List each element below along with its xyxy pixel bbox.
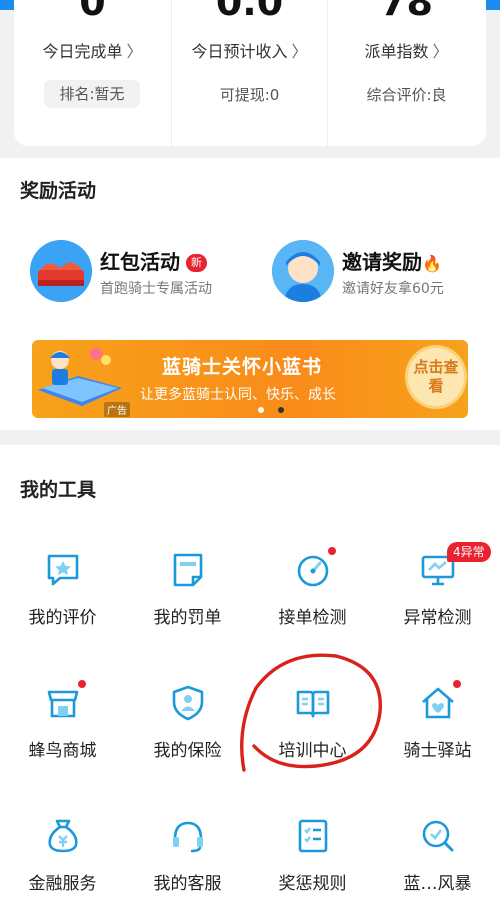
ranking-pill: 排名:暂无	[44, 80, 140, 108]
shield-user-icon	[172, 685, 204, 721]
ticket-icon	[173, 553, 203, 587]
stat-expected-income[interactable]: 0.0 今日预计收入〉 可提现:0	[171, 0, 328, 146]
invite-reward[interactable]: 邀请奖励🔥 邀请好友拿60元	[272, 240, 482, 304]
reward-subtitle: 首跑骑士专属活动	[100, 281, 212, 297]
tool-label: 我的罚单	[153, 608, 222, 628]
tool-label: 金融服务	[28, 874, 97, 894]
overall-rating-text: 综合评价:良	[366, 86, 447, 104]
tool-label: 我的客服	[153, 874, 222, 894]
book-icon	[296, 690, 330, 718]
tool-blue-storm[interactable]: 蓝…风暴	[375, 817, 500, 914]
tool-label: 异常检测	[403, 608, 472, 628]
ad-tag: 广告	[104, 402, 130, 417]
tool-label: 接单检测	[278, 608, 347, 628]
rider-avatar-icon	[272, 240, 334, 302]
stat-completed-orders[interactable]: 0 今日完成单〉 排名:暂无	[14, 0, 171, 146]
reward-subtitle: 邀请好友拿60元	[342, 281, 444, 297]
headset-icon	[173, 821, 203, 853]
tool-label: 我的评价	[28, 608, 97, 628]
tool-abnormal-check[interactable]: 4异常 异常检测	[375, 542, 500, 651]
tools-section: 我的工具 我的评价 我的罚单 接单检测 4异常 异常检测 蜂鸟商城 我的保险 培…	[0, 445, 500, 914]
house-icon	[422, 687, 454, 719]
tool-my-tickets[interactable]: 我的罚单	[125, 551, 250, 651]
tool-label: 我的保险	[153, 741, 222, 761]
tool-my-reviews[interactable]: 我的评价	[0, 551, 125, 651]
ad-banner[interactable]: 蓝骑士关怀小蓝书 让更多蓝骑士认同、快乐、成长 广告 点击查看	[32, 340, 468, 418]
tool-fengniao-mall[interactable]: 蜂鸟商城	[0, 680, 125, 784]
reward-title: 邀请奖励🔥	[342, 250, 442, 274]
section-title: 奖励活动	[20, 180, 97, 202]
red-packet-activity[interactable]: 红包活动新 首跑骑士专属活动	[30, 240, 250, 304]
section-title: 我的工具	[20, 479, 97, 501]
gauge-icon	[297, 555, 329, 587]
new-badge: 新	[186, 254, 207, 272]
stats-card: 0 今日完成单〉 排名:暂无 0.0 今日预计收入〉 可提现:0 78 派单指数…	[14, 0, 486, 146]
abnormal-count-badge: 4异常	[447, 542, 491, 562]
flame-icon: 🔥	[422, 254, 442, 273]
tool-label: 蓝…风暴	[403, 874, 472, 894]
stat-label: 今日完成单〉	[42, 42, 143, 61]
money-bag-icon	[48, 819, 78, 853]
tool-training-center[interactable]: 培训中心	[250, 684, 375, 784]
banner-view-button[interactable]: 点击查看	[408, 348, 464, 406]
stat-label: 派单指数〉	[364, 42, 449, 61]
tool-financial-services[interactable]: 金融服务	[0, 817, 125, 914]
tool-label: 培训中心	[278, 741, 347, 761]
red-packet-icon	[30, 240, 92, 302]
withdrawable-text: 可提现:0	[219, 86, 280, 104]
tool-reward-penalty-rules[interactable]: 奖惩规则	[250, 817, 375, 914]
shop-icon	[47, 690, 79, 718]
tool-label: 骑士驿站	[403, 741, 472, 761]
banner-subtitle: 让更多蓝骑士认同、快乐、成长	[140, 387, 336, 403]
stat-value: 0.0	[215, 0, 284, 24]
banner-title: 蓝骑士关怀小蓝书	[162, 356, 323, 378]
chevron-right-icon: 〉	[291, 42, 308, 61]
tool-order-check[interactable]: 接单检测	[250, 547, 375, 651]
notification-dot	[78, 680, 86, 688]
tool-customer-service[interactable]: 我的客服	[125, 817, 250, 914]
chevron-right-icon: 〉	[126, 42, 143, 61]
stat-dispatch-index[interactable]: 78 派单指数〉 综合评价:良	[328, 0, 485, 146]
reward-title: 红包活动新	[100, 246, 207, 275]
star-chat-icon	[47, 554, 79, 586]
rewards-section: 奖励活动 红包活动新 首跑骑士专属活动 邀请奖励🔥 邀请好友拿60元 蓝骑士关怀…	[0, 158, 500, 430]
stat-value: 78	[380, 0, 433, 24]
notification-dot	[453, 680, 461, 688]
search-check-icon	[422, 820, 454, 852]
rules-list-icon	[298, 819, 328, 853]
chevron-right-icon: 〉	[432, 42, 449, 61]
tool-label: 蜂鸟商城	[28, 741, 97, 761]
carousel-dots	[258, 398, 298, 417]
tool-my-insurance[interactable]: 我的保险	[125, 684, 250, 784]
tool-rider-station[interactable]: 骑士驿站	[375, 680, 500, 784]
notification-dot	[328, 547, 336, 555]
tool-label: 奖惩规则	[278, 874, 347, 894]
stat-value: 0	[79, 0, 106, 24]
stat-label: 今日预计收入〉	[191, 42, 308, 61]
